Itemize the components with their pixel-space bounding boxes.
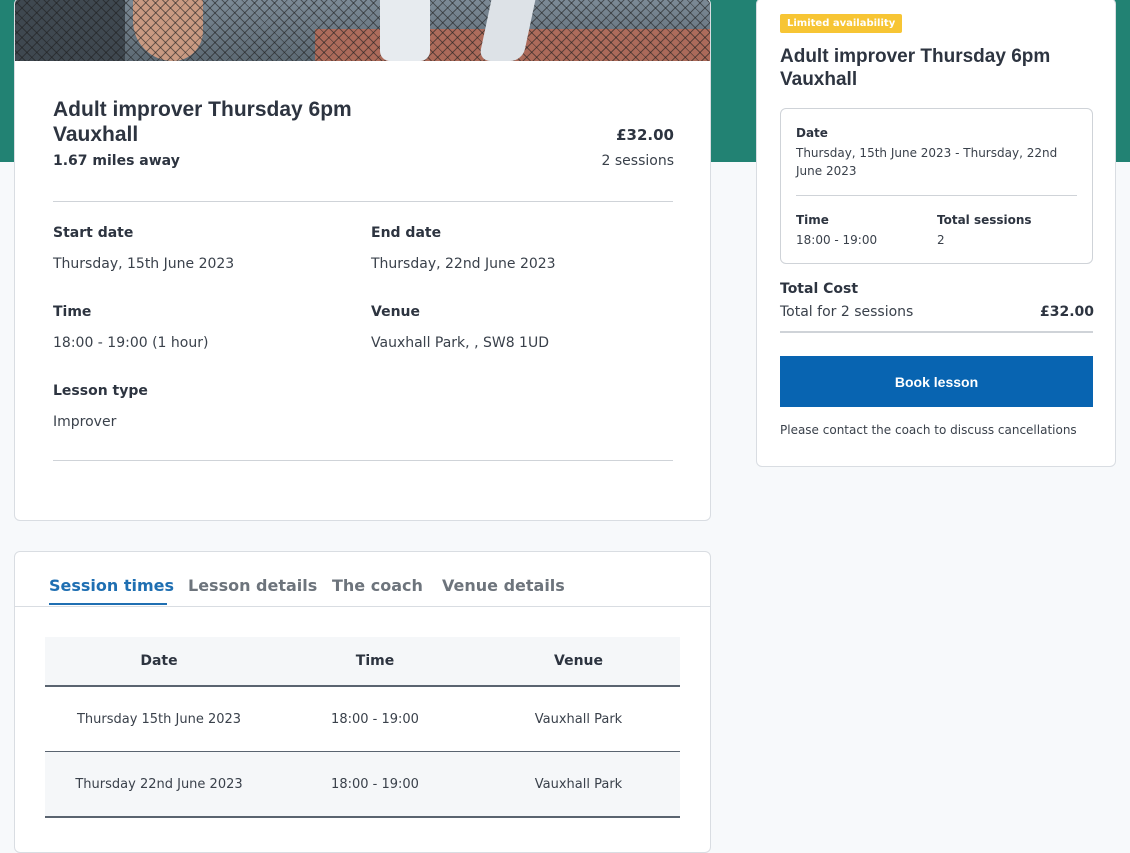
session-venue: Vauxhall Park: [534, 776, 623, 792]
summary-time-value: 18:00 - 19:00: [796, 233, 878, 247]
summary-total-sessions-value: 2: [937, 233, 945, 247]
summary-date-value: Thursday, 15th June 2023 - Thursday, 22n…: [796, 146, 1058, 178]
divider: [53, 201, 673, 202]
divider: [53, 460, 673, 461]
time-value: 18:00 - 19:00 (1 hour): [53, 335, 209, 351]
column-header-time: Time: [355, 653, 395, 669]
lesson-type-label: Lesson type: [53, 383, 148, 399]
session-date: Thursday 15th June 2023: [76, 711, 242, 727]
table-header-row: Date Time Venue: [45, 637, 680, 687]
active-tab-indicator: [49, 603, 167, 605]
lesson-type-value: Improver: [53, 414, 117, 430]
summary-time-label: Time: [796, 213, 829, 227]
total-amount: £32.00: [1039, 304, 1094, 320]
tab-venue-details[interactable]: Venue details: [442, 576, 565, 595]
summary-total-sessions-label: Total sessions: [937, 213, 1032, 227]
hero-player-shape: [380, 0, 430, 61]
divider: [780, 331, 1093, 333]
summary-date-label: Date: [796, 126, 828, 140]
end-date-value: Thursday, 22nd June 2023: [371, 256, 556, 272]
tab-the-coach[interactable]: The coach: [332, 576, 423, 595]
cancellation-note: Please contact the coach to discuss canc…: [780, 423, 1077, 437]
booking-summary-card: Limited availability Adult improver Thur…: [756, 0, 1116, 467]
lesson-card: Adult improver Thursday 6pm Vauxhall 1.6…: [14, 0, 711, 521]
summary-title: Adult improver Thursday 6pm Vauxhall: [780, 46, 1051, 90]
tab-session-times[interactable]: Session times: [49, 576, 174, 595]
lesson-title: Adult improver Thursday 6pm Vauxhall: [53, 98, 352, 146]
availability-badge: Limited availability: [780, 14, 903, 33]
summary-details-box: Date Thursday, 15th June 2023 - Thursday…: [780, 108, 1093, 264]
venue-value: Vauxhall Park, , SW8 1UD: [371, 335, 549, 351]
book-lesson-button[interactable]: Book lesson: [780, 356, 1093, 407]
lesson-price: £32.00: [616, 126, 674, 144]
table-row: Thursday 22nd June 2023 18:00 - 19:00 Va…: [45, 752, 680, 818]
total-for-sessions: Total for 2 sessions: [780, 304, 914, 320]
lesson-info-tabs-card: Session times Lesson details The coach V…: [14, 551, 711, 853]
lesson-session-count: 2 sessions: [601, 153, 674, 169]
start-date-label: Start date: [53, 225, 134, 241]
tab-lesson-details[interactable]: Lesson details: [188, 576, 317, 595]
session-date: Thursday 22nd June 2023: [75, 776, 243, 792]
venue-label: Venue: [371, 304, 420, 320]
column-header-date: Date: [140, 653, 178, 669]
divider: [796, 195, 1077, 196]
hero-net-shape: [15, 0, 710, 61]
table-row: Thursday 15th June 2023 18:00 - 19:00 Va…: [45, 687, 680, 752]
session-venue: Vauxhall Park: [534, 711, 623, 727]
session-time: 18:00 - 19:00: [331, 776, 419, 792]
end-date-label: End date: [371, 225, 442, 241]
column-header-venue: Venue: [554, 653, 603, 669]
tabs-divider: [15, 606, 710, 607]
session-time: 18:00 - 19:00: [331, 711, 419, 727]
total-cost-label: Total Cost: [780, 281, 859, 297]
time-label: Time: [53, 304, 92, 320]
lesson-distance: 1.67 miles away: [53, 153, 180, 169]
start-date-value: Thursday, 15th June 2023: [53, 256, 235, 272]
header-background-gap: [711, 0, 756, 162]
lesson-hero-image: [15, 0, 710, 61]
